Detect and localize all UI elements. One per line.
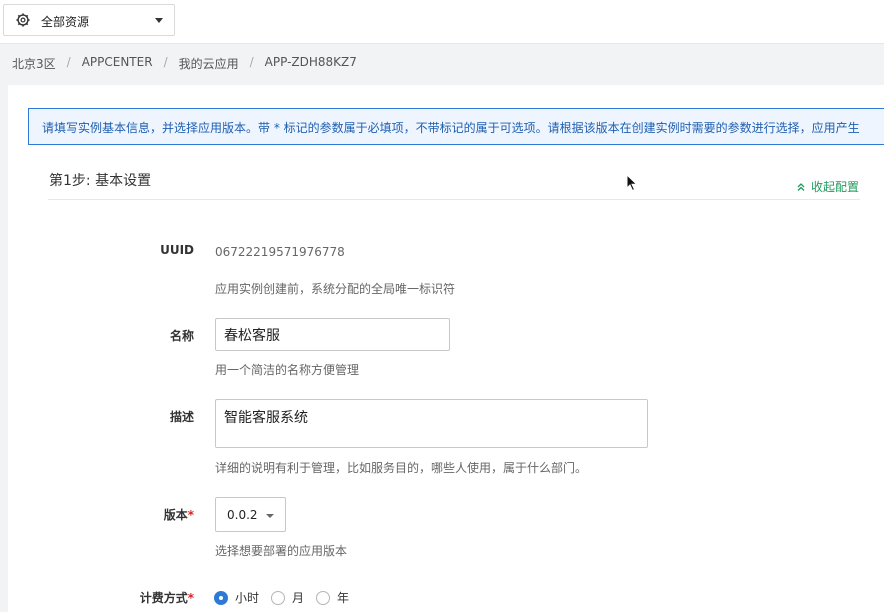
divider (48, 199, 860, 200)
billing-label: 计费方式* (114, 589, 194, 606)
billing-option-label: 小时 (235, 591, 260, 605)
billing-option-label: 月 (292, 591, 305, 605)
billing-option-hourly[interactable]: 小时 (214, 589, 259, 606)
breadcrumb: 北京3区 / APPCENTER / 我的云应用 / APP-ZDH88KZ7 (12, 55, 357, 72)
collapse-config-link[interactable]: 收起配置 (796, 178, 859, 195)
breadcrumb-separator: / (163, 55, 168, 69)
billing-option-label: 年 (337, 591, 350, 605)
name-label: 名称 (169, 329, 194, 343)
breadcrumb-zone[interactable]: 北京3区 (12, 55, 56, 72)
name-input[interactable] (215, 318, 450, 351)
info-notice: 请填写实例基本信息，并选择应用版本。带 * 标记的参数属于必填项，不带标记的属于… (28, 108, 884, 145)
uuid-hint: 应用实例创建前，系统分配的全局唯一标识符 (215, 282, 456, 296)
billing-option-yearly[interactable]: 年 (316, 589, 349, 606)
version-select[interactable]: 0.0.2 (215, 497, 286, 532)
required-mark: * (187, 508, 194, 522)
breadcrumb-app-id: APP-ZDH88KZ7 (264, 55, 357, 69)
step-title: 第1步: 基本设置 (49, 173, 152, 189)
resource-select-label: 全部资源 (41, 15, 90, 29)
billing-label-text: 计费方式 (139, 591, 188, 605)
description-hint: 详细的说明有利于管理，比如服务目的，哪些人使用，属于什么部门。 (215, 461, 588, 475)
version-label: 版本* (114, 506, 194, 523)
breadcrumb-separator: / (249, 55, 254, 69)
main-panel: 请填写实例基本信息，并选择应用版本。带 * 标记的参数属于必填项，不带标记的属于… (8, 85, 884, 612)
collapse-config-label: 收起配置 (811, 180, 860, 194)
double-chevron-up-icon (797, 182, 805, 191)
version-hint: 选择想要部署的应用版本 (215, 544, 348, 558)
caret-down-icon (266, 514, 274, 518)
breadcrumb-separator: / (66, 55, 71, 69)
radio-unchecked-icon (271, 590, 286, 605)
resource-select[interactable]: 全部资源 (3, 4, 175, 36)
mouse-cursor-icon (626, 174, 638, 192)
top-bar: 全部资源 (0, 0, 884, 44)
description-label: 描述 (169, 410, 194, 424)
billing-radio-group: 小时 月 年 (214, 589, 361, 606)
version-label-text: 版本 (163, 508, 188, 522)
description-textarea[interactable]: 智能客服系统 (215, 399, 648, 448)
gear-icon (16, 13, 30, 27)
radio-unchecked-icon (316, 590, 331, 605)
billing-option-monthly[interactable]: 月 (271, 589, 304, 606)
name-hint: 用一个简洁的名称方便管理 (215, 363, 360, 377)
breadcrumb-my-apps[interactable]: 我的云应用 (179, 55, 239, 72)
required-mark: * (187, 591, 194, 605)
breadcrumb-appcenter[interactable]: APPCENTER (82, 55, 153, 72)
caret-down-icon (155, 18, 163, 23)
version-select-value: 0.0.2 (227, 508, 258, 522)
uuid-label: UUID (160, 243, 194, 257)
radio-checked-icon (214, 590, 228, 605)
uuid-value: 06722219571976778 (215, 245, 345, 259)
